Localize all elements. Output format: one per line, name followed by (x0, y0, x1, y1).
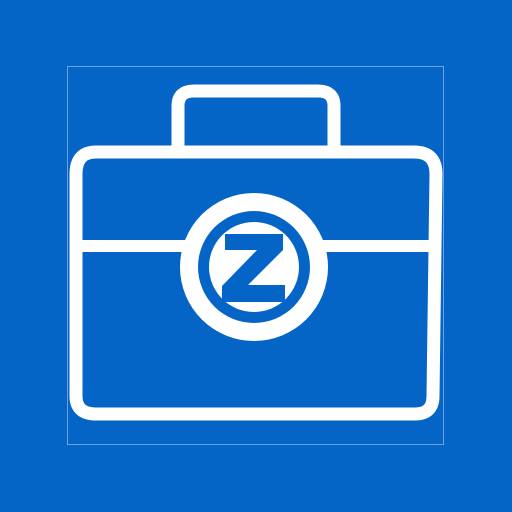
z-letter-path (222, 234, 285, 302)
z-letter-mark (222, 234, 285, 302)
